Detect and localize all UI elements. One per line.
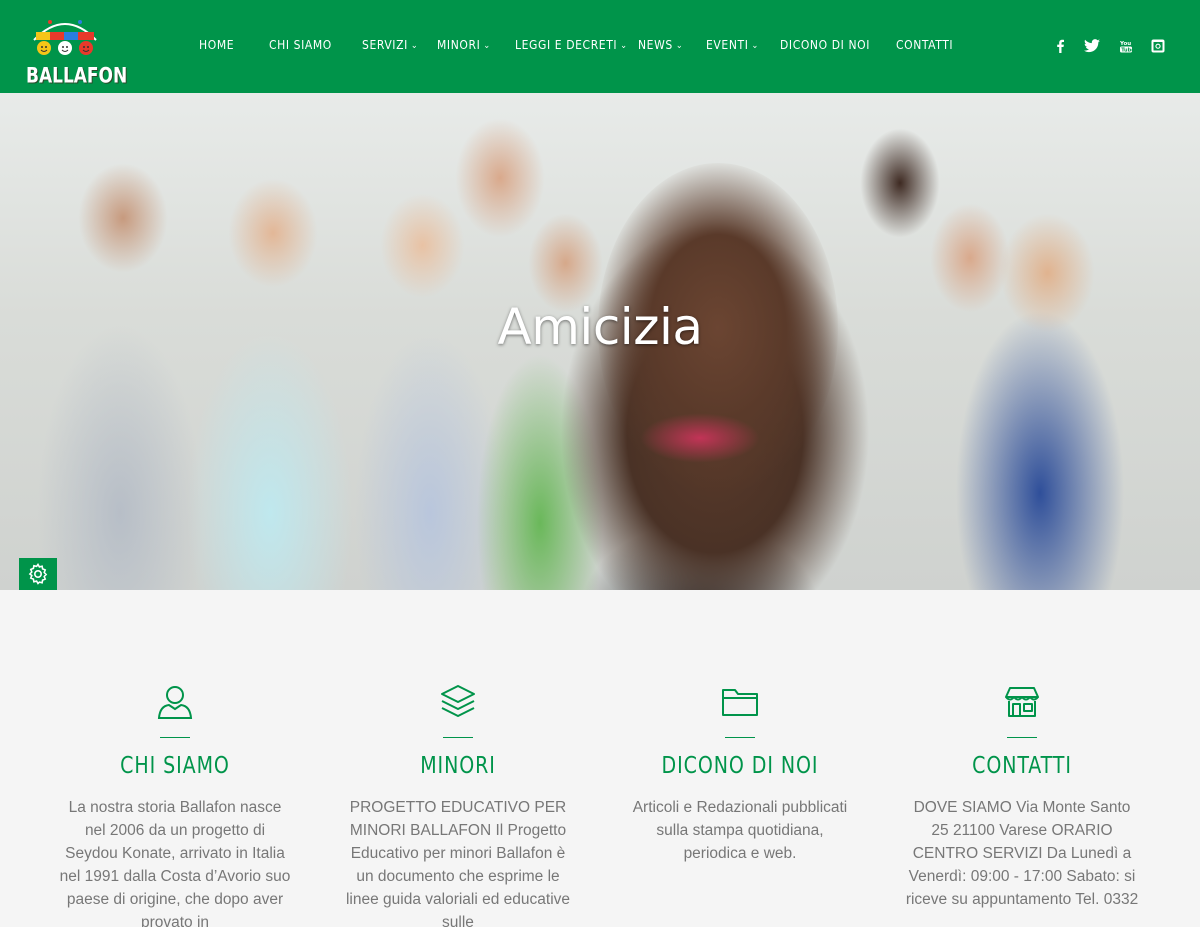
nav-contatti[interactable]: CONTATTI xyxy=(896,38,953,52)
nav-label: SERVIZI xyxy=(362,38,408,52)
nav-label: MINORI xyxy=(437,38,481,52)
nav-label: LEGGI E DECRETI xyxy=(515,38,618,52)
nav-label: NEWS xyxy=(638,38,673,52)
chevron-down-icon: ⌄ xyxy=(483,41,491,51)
svg-text:Tube: Tube xyxy=(1121,48,1132,54)
hero-photo-figure xyxy=(860,128,940,238)
feature-title[interactable]: CONTATTI xyxy=(907,753,1137,779)
nav-leggi-e-decreti[interactable]: LEGGI E DECRETI ⌄ xyxy=(515,38,628,52)
site-header: BALLAFON HOME CHI SIAMO SERVIZI ⌄ MINORI ⌄… xyxy=(0,0,1200,93)
feature-minori: MINORI PROGETTO EDUCATIVO PER MINORI BAL… xyxy=(333,682,583,927)
store-icon xyxy=(1005,687,1039,717)
feature-divider xyxy=(725,737,755,738)
nav-label: HOME xyxy=(199,38,235,52)
feature-chi-siamo: CHI SIAMO La nostra storia Ballafon nasc… xyxy=(50,682,300,927)
nav-chi-siamo[interactable]: CHI SIAMO xyxy=(269,38,332,52)
nav-label: CONTATTI xyxy=(896,38,954,52)
hero-photo-figure xyxy=(78,163,168,273)
user-icon xyxy=(157,686,193,719)
feature-title[interactable]: MINORI xyxy=(343,753,573,779)
youtube-icon[interactable]: YouTube xyxy=(1116,36,1136,56)
nav-eventi[interactable]: EVENTI ⌄ xyxy=(706,38,759,52)
feature-text: La nostra storia Ballafon nasce nel 2006… xyxy=(59,799,291,927)
chevron-down-icon: ⌄ xyxy=(620,41,628,51)
feature-title[interactable]: DICONO DI NOI xyxy=(625,753,855,779)
feature-divider xyxy=(160,737,190,738)
feature-text: Articoli e Redazionali pubblicati sulla … xyxy=(632,799,848,862)
feature-dicono-di-noi: DICONO DI NOI Articoli e Redazionali pub… xyxy=(615,682,865,865)
hero-photo-figure xyxy=(640,413,760,463)
features-section: CHI SIAMO La nostra storia Ballafon nasc… xyxy=(0,590,1200,927)
nav-label: EVENTI xyxy=(706,38,749,52)
hero-photo-figure xyxy=(930,203,1010,313)
facebook-icon[interactable] xyxy=(1050,36,1070,56)
hero-photo-figure xyxy=(455,118,545,238)
nav-servizi[interactable]: SERVIZI ⌄ xyxy=(362,38,418,52)
nav-dicono-di-noi[interactable]: DICONO DI NOI xyxy=(780,38,870,52)
settings-button[interactable] xyxy=(19,558,57,590)
svg-text:You: You xyxy=(1120,41,1131,47)
feature-text: PROGETTO EDUCATIVO PER MINORI BALLAFON I… xyxy=(345,799,571,927)
nav-news[interactable]: NEWS ⌄ xyxy=(638,38,683,52)
feature-divider xyxy=(1007,737,1037,738)
feature-title[interactable]: CHI SIAMO xyxy=(60,753,290,779)
feature-divider xyxy=(443,737,473,738)
chevron-down-icon: ⌄ xyxy=(751,41,759,51)
feature-text: DOVE SIAMO Via Monte Santo 25 21100 Vare… xyxy=(905,799,1139,908)
nav-label: DICONO DI NOI xyxy=(780,38,871,52)
gear-icon xyxy=(28,563,48,585)
instagram-icon[interactable] xyxy=(1148,36,1168,56)
nav-home[interactable]: HOME xyxy=(199,38,234,52)
nav-label: CHI SIAMO xyxy=(269,38,332,52)
hero-photo-figure xyxy=(228,178,318,288)
layers-icon xyxy=(441,685,475,717)
hero-title: Amicizia xyxy=(497,298,703,356)
main-nav: HOME CHI SIAMO SERVIZI ⌄ MINORI ⌄ LEGGI E … xyxy=(0,0,1000,93)
chevron-down-icon: ⌄ xyxy=(410,41,419,51)
folder-icon xyxy=(722,689,758,716)
chevron-down-icon: ⌄ xyxy=(675,41,684,51)
feature-contatti: CONTATTI DOVE SIAMO Via Monte Santo 25 2… xyxy=(897,682,1147,911)
hero-photo-figure xyxy=(380,193,465,298)
hero-banner: Amicizia xyxy=(0,93,1200,590)
nav-minori[interactable]: MINORI ⌄ xyxy=(437,38,491,52)
twitter-icon[interactable] xyxy=(1082,36,1102,56)
